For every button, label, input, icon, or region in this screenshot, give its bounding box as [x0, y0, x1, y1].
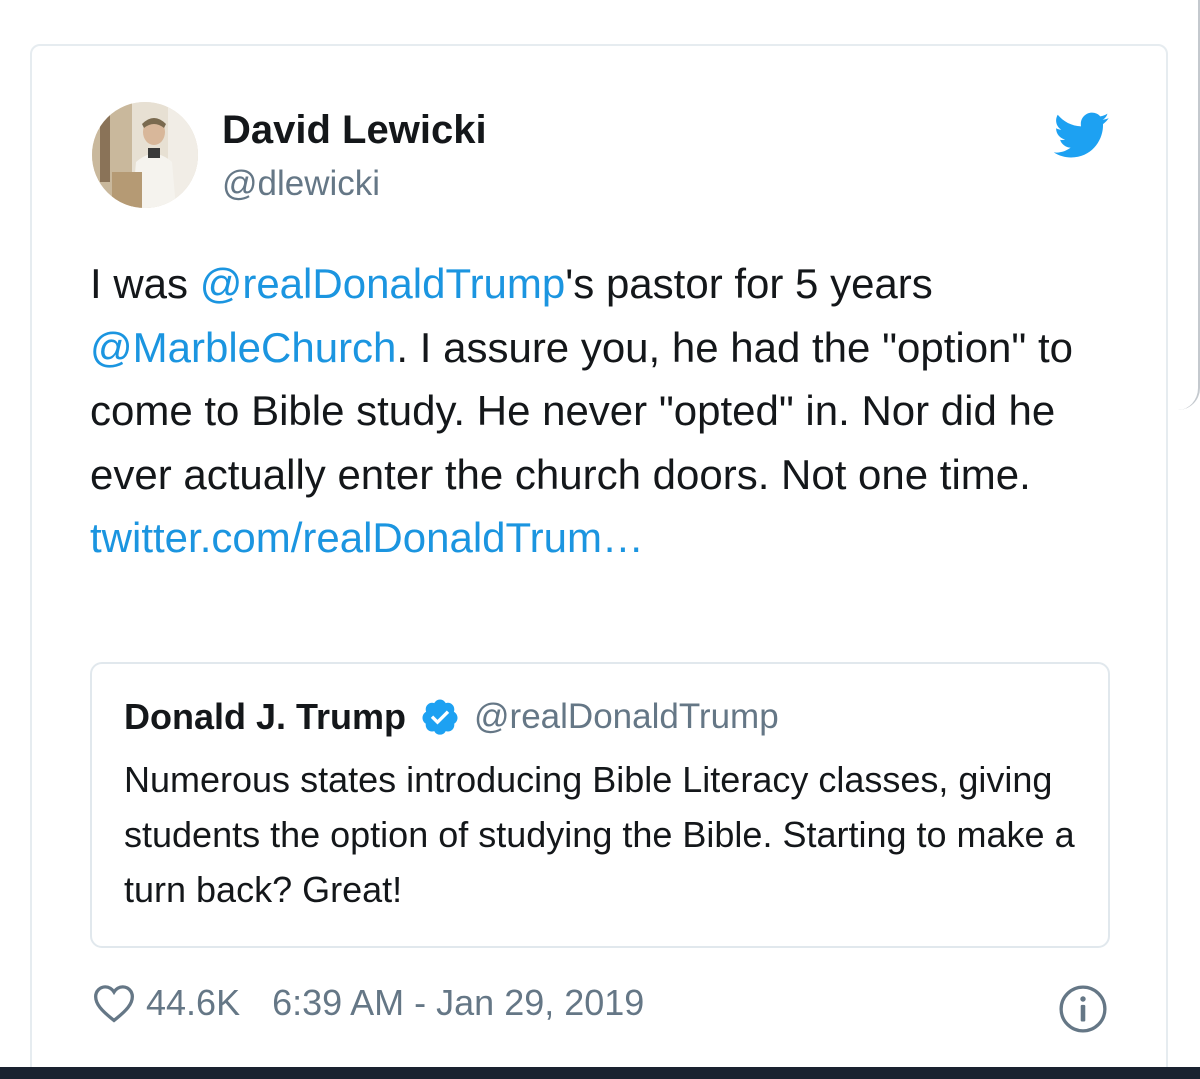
verified-badge-icon — [420, 697, 460, 737]
scroll-edge — [1178, 0, 1200, 410]
tweet-timestamp[interactable]: 6:39 AM - Jan 29, 2019 — [272, 982, 644, 1024]
info-icon[interactable] — [1058, 984, 1108, 1034]
tweet-url-link[interactable]: twitter.com/realDonaldTrum… — [90, 514, 644, 561]
author-handle[interactable]: @dlewicki — [222, 164, 380, 204]
tweet-footer: 44.6K 6:39 AM - Jan 29, 2019 — [92, 982, 644, 1024]
page: David Lewicki @dlewicki I was @realDonal… — [0, 0, 1200, 1079]
quoted-author-handle[interactable]: @realDonaldTrump — [474, 697, 779, 737]
author-display-name[interactable]: David Lewicki — [222, 108, 487, 153]
mention-link[interactable]: @MarbleChurch — [90, 324, 396, 371]
quoted-tweet[interactable]: Donald J. Trump @realDonaldTrump Numerou… — [90, 662, 1110, 948]
like-count[interactable]: 44.6K — [146, 982, 240, 1024]
author-avatar[interactable] — [92, 102, 198, 208]
heart-icon[interactable] — [92, 982, 136, 1024]
mention-link[interactable]: @realDonaldTrump — [200, 260, 566, 307]
quoted-tweet-header: Donald J. Trump @realDonaldTrump — [124, 696, 779, 738]
quoted-tweet-text: Numerous states introducing Bible Litera… — [124, 759, 1075, 910]
bottom-bar — [0, 1067, 1200, 1079]
twitter-bird-icon[interactable] — [1053, 112, 1110, 160]
tweet-text-segment: 's pastor for 5 years — [565, 260, 933, 307]
quoted-author-name[interactable]: Donald J. Trump — [124, 696, 406, 738]
tweet-text-segment: I was — [90, 260, 200, 307]
tweet-text: I was @realDonaldTrump's pastor for 5 ye… — [90, 252, 1120, 570]
